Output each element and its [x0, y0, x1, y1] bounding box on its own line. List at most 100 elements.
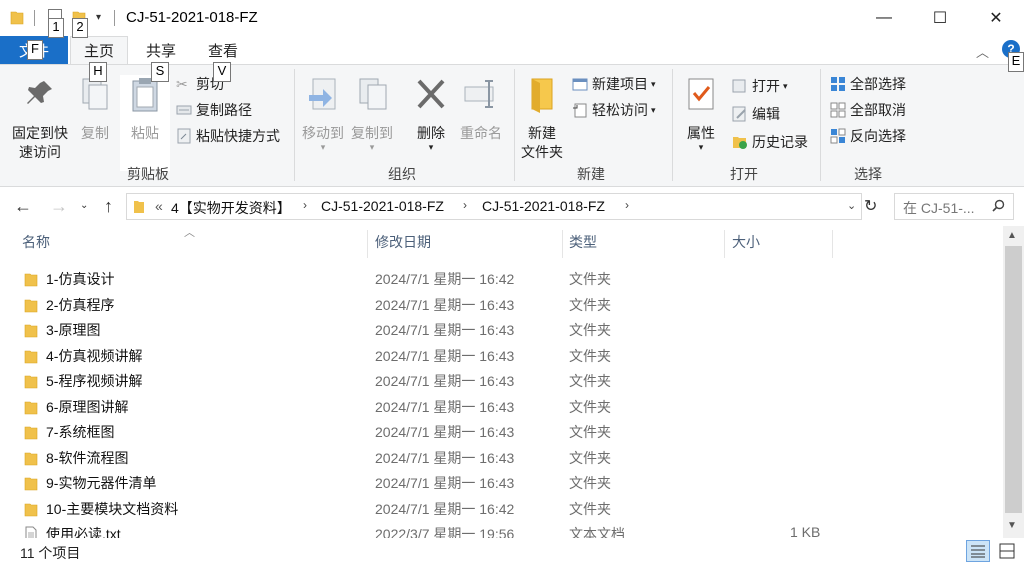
keytip-help: E: [1008, 52, 1024, 72]
column-divider[interactable]: [724, 230, 725, 258]
keytip-share: S: [151, 62, 169, 82]
history-button[interactable]: 历史记录: [732, 131, 808, 153]
list-item[interactable]: 10-主要模块文档资料 2024/7/1 星期一 16:42 文件夹: [0, 496, 1000, 521]
scrollbar-thumb[interactable]: [1005, 246, 1022, 513]
new-group-label: 新建: [577, 166, 605, 182]
search-input[interactable]: 在 CJ-51-...: [894, 193, 1014, 220]
breadcrumb-segment[interactable]: CJ-51-2021-018-FZ: [321, 198, 444, 214]
list-item[interactable]: 1-仿真设计 2024/7/1 星期一 16:42 文件夹: [0, 266, 1000, 291]
window-title: CJ-51-2021-018-FZ: [126, 9, 258, 26]
copy-to-label: 复制到: [351, 125, 393, 141]
tab-view[interactable]: 查看: [194, 36, 252, 64]
column-header-size[interactable]: 大小: [732, 232, 760, 252]
recent-locations-chevron-icon[interactable]: ⌄: [80, 200, 88, 211]
easy-access-button[interactable]: 轻松访问 ▾: [572, 99, 656, 121]
copy-to-icon: [359, 78, 387, 110]
folder-icon: [24, 503, 38, 516]
list-item[interactable]: 5-程序视频讲解 2024/7/1 星期一 16:43 文件夹: [0, 368, 1000, 393]
details-view-button[interactable]: [966, 540, 990, 562]
address-overflow[interactable]: «: [155, 198, 163, 214]
file-type: 文件夹: [569, 373, 611, 389]
open-button[interactable]: 打开 ▾: [732, 75, 788, 97]
tab-home[interactable]: 主页: [70, 36, 128, 64]
select-none-icon: [830, 102, 846, 118]
collapse-ribbon-chevron-icon[interactable]: ︿: [976, 42, 989, 61]
list-item[interactable]: 8-软件流程图 2024/7/1 星期一 16:43 文件夹: [0, 445, 1000, 470]
select-all-button[interactable]: 全部选择: [830, 73, 906, 95]
forward-arrow-icon[interactable]: →: [50, 196, 68, 217]
column-header-type[interactable]: 类型: [569, 232, 597, 252]
pin-label-line1: 固定到快: [12, 125, 68, 141]
file-type: 文件夹: [569, 271, 611, 287]
delete-dropdown-icon: ▾: [428, 142, 434, 152]
edit-button[interactable]: 编辑: [732, 103, 780, 125]
invert-selection-button[interactable]: 反向选择: [830, 125, 906, 147]
open-icon: [732, 79, 746, 93]
column-header-name[interactable]: 名称: [22, 232, 50, 252]
move-to-label: 移动到: [302, 125, 344, 141]
select-none-button[interactable]: 全部取消: [830, 99, 906, 121]
text-file-icon: [25, 526, 37, 538]
minimize-button[interactable]: —: [856, 0, 912, 36]
list-item[interactable]: 6-原理图讲解 2024/7/1 星期一 16:43 文件夹: [0, 394, 1000, 419]
quick-access-dropdown-icon[interactable]: ▾: [96, 12, 101, 23]
list-item[interactable]: 9-实物元器件清单 2024/7/1 星期一 16:43 文件夹: [0, 470, 1000, 495]
file-name: 10-主要模块文档资料: [46, 500, 179, 517]
address-bar[interactable]: « 4【实物开发资料】 › CJ-51-2021-018-FZ › CJ-51-…: [126, 193, 862, 220]
back-arrow-icon[interactable]: ←: [14, 196, 32, 217]
copy-to-button[interactable]: 复制到 ▾: [348, 71, 396, 152]
paste-shortcut-button[interactable]: 粘贴快捷方式: [176, 125, 280, 147]
new-folder-button[interactable]: 新建 文件夹: [516, 71, 568, 162]
column-divider[interactable]: [832, 230, 833, 258]
paste-label: 粘贴: [131, 125, 159, 141]
rename-button[interactable]: 重命名: [456, 71, 506, 143]
qa-separator: [34, 10, 35, 26]
column-divider[interactable]: [562, 230, 563, 258]
select-none-label: 全部取消: [850, 102, 906, 118]
list-item[interactable]: 使用必读.txt 2022/3/7 星期一 19:56 文本文档 1 KB: [0, 521, 1000, 538]
list-item[interactable]: 3-原理图 2024/7/1 星期一 16:43 文件夹: [0, 317, 1000, 342]
breadcrumb-segment[interactable]: CJ-51-2021-018-FZ: [482, 198, 605, 214]
file-name: 3-原理图: [46, 322, 101, 338]
select-all-icon: [831, 77, 845, 91]
scroll-down-arrow-icon[interactable]: ▼: [1007, 520, 1017, 531]
maximize-button[interactable]: ☐: [912, 0, 968, 36]
new-item-button[interactable]: 新建项目 ▾: [572, 73, 656, 95]
group-separator: [820, 69, 821, 181]
up-arrow-icon[interactable]: ↑: [104, 196, 113, 217]
breadcrumb-chevron-icon[interactable]: ›: [463, 198, 467, 212]
folder-icon: [134, 201, 144, 213]
new-folder-icon: [531, 78, 553, 113]
list-item[interactable]: 2-仿真程序 2024/7/1 星期一 16:43 文件夹: [0, 292, 1000, 317]
group-separator: [514, 69, 515, 181]
breadcrumb-chevron-icon[interactable]: ›: [625, 198, 629, 212]
qa-separator: [114, 10, 115, 26]
scroll-up-arrow-icon[interactable]: ▲: [1007, 230, 1017, 241]
new-folder-label-line1: 新建: [528, 125, 556, 141]
folder-icon: [10, 11, 24, 25]
large-icons-view-button[interactable]: [996, 541, 1018, 561]
file-type: 文件夹: [569, 449, 611, 466]
properties-button[interactable]: 属性 ▾: [678, 71, 724, 152]
delete-button[interactable]: 删除 ▾: [408, 71, 454, 152]
refresh-icon[interactable]: ↻: [864, 196, 877, 216]
group-separator: [294, 69, 295, 181]
file-date: 2024/7/1 星期一 16:42: [375, 271, 515, 287]
column-header-date[interactable]: 修改日期: [375, 232, 431, 252]
tab-share[interactable]: 共享: [132, 36, 190, 64]
copy-path-button[interactable]: 复制路径: [176, 99, 252, 121]
move-to-button[interactable]: 移动到 ▾: [300, 71, 346, 152]
file-type: 文件夹: [569, 347, 611, 364]
list-item[interactable]: 4-仿真视频讲解 2024/7/1 星期一 16:43 文件夹: [0, 343, 1000, 368]
breadcrumb-chevron-icon[interactable]: ›: [303, 198, 307, 212]
select-all-label: 全部选择: [850, 76, 906, 92]
close-button[interactable]: ✕: [968, 0, 1024, 36]
breadcrumb-segment[interactable]: 4【实物开发资料】: [171, 198, 291, 218]
file-date: 2024/7/1 星期一 16:43: [375, 398, 515, 415]
list-item[interactable]: 7-系统框图 2024/7/1 星期一 16:43 文件夹: [0, 419, 1000, 444]
column-divider[interactable]: [367, 230, 368, 258]
organize-group-label: 组织: [388, 166, 416, 182]
address-history-chevron-icon[interactable]: ⌄: [847, 199, 856, 212]
pin-quick-access-button[interactable]: 固定到快 速访问: [4, 71, 76, 162]
file-type: 文件夹: [569, 475, 611, 491]
